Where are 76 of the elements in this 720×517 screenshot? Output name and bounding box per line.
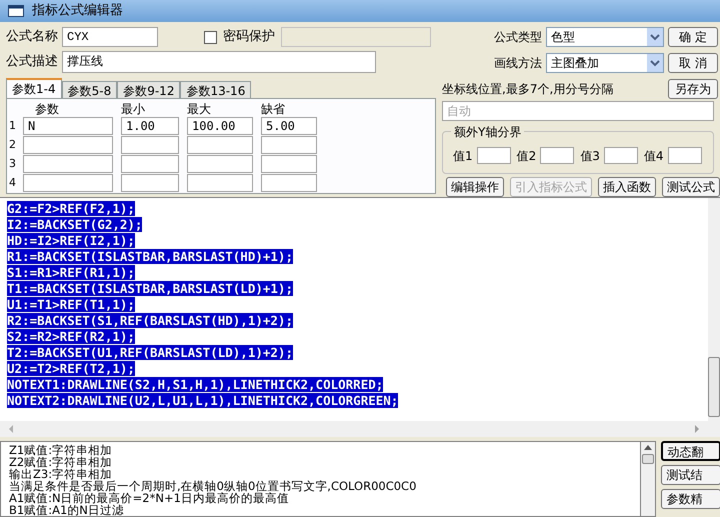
scroll-thumb[interactable] bbox=[642, 454, 654, 464]
password-field[interactable] bbox=[281, 27, 431, 47]
param-field[interactable]: 5.00 bbox=[261, 117, 317, 135]
button[interactable]: 取 消 bbox=[668, 53, 718, 73]
window-title: 指标公式编辑器 bbox=[32, 2, 123, 20]
param-field[interactable] bbox=[121, 155, 179, 173]
param-field[interactable] bbox=[261, 136, 317, 154]
value-field[interactable] bbox=[668, 147, 702, 164]
field-label: 公式描述 bbox=[6, 53, 59, 72]
row-number: 1 bbox=[9, 118, 17, 134]
column-header: 缺省 bbox=[261, 102, 286, 116]
scroll-right-icon[interactable] bbox=[694, 425, 700, 433]
column-header: 最小 bbox=[121, 102, 146, 116]
param-field[interactable] bbox=[187, 155, 253, 173]
tab[interactable]: 参数9-12 bbox=[117, 81, 180, 98]
window-icon bbox=[8, 5, 24, 17]
checkbox-label: 密码保护 bbox=[223, 28, 275, 46]
message-line: A1赋值:N日前的最高价=2*N+1日内最高价的最高值 bbox=[9, 492, 289, 504]
message-line: B1赋值:A1的N日过滤 bbox=[9, 504, 124, 516]
message-line: 输出Z3:字符串相加 bbox=[9, 468, 112, 480]
row-number: 3 bbox=[9, 156, 17, 172]
checkbox[interactable] bbox=[204, 30, 217, 44]
scroll-left-icon[interactable] bbox=[8, 425, 14, 433]
param-field[interactable] bbox=[261, 155, 317, 173]
column-header: 参数 bbox=[34, 102, 60, 116]
description-field[interactable]: 撑压线 bbox=[62, 51, 376, 73]
button[interactable]: 另存为 bbox=[668, 79, 718, 99]
message-line: Z1赋值:字符串相加 bbox=[9, 444, 114, 456]
tab[interactable]: 参数5-8 bbox=[62, 81, 118, 98]
value-field[interactable] bbox=[604, 147, 638, 164]
dropdown[interactable]: 主图叠加 bbox=[546, 53, 664, 73]
message-scrollbar[interactable] bbox=[640, 441, 656, 517]
param-field[interactable] bbox=[23, 136, 113, 154]
field-label: 值4 bbox=[644, 148, 664, 164]
param-field[interactable] bbox=[121, 136, 179, 154]
param-field[interactable] bbox=[23, 155, 113, 173]
tab[interactable]: 参数1-4 bbox=[6, 78, 62, 98]
scroll-thumb[interactable] bbox=[708, 357, 720, 417]
column-header: 最大 bbox=[187, 102, 212, 116]
vertical-scrollbar[interactable] bbox=[708, 198, 720, 437]
scroll-up-icon[interactable] bbox=[644, 445, 652, 450]
row-number: 4 bbox=[9, 174, 17, 191]
button[interactable]: 确 定 bbox=[668, 27, 718, 47]
chevron-down-icon bbox=[647, 28, 663, 46]
field-label: 值2 bbox=[516, 148, 536, 164]
param-field[interactable] bbox=[187, 136, 253, 154]
chevron-down-icon bbox=[647, 54, 663, 72]
field-label: 值3 bbox=[580, 148, 600, 164]
field-label: 坐标线位置,最多7个,用分号分隔 bbox=[442, 81, 614, 98]
param-field[interactable] bbox=[261, 174, 317, 192]
param-field[interactable]: 100.00 bbox=[187, 117, 253, 135]
tab[interactable]: 参数13-16 bbox=[180, 81, 252, 98]
button[interactable]: 参数精 bbox=[661, 489, 720, 509]
field-label: 公式名称 bbox=[6, 28, 59, 46]
value-field[interactable] bbox=[476, 147, 511, 164]
param-field[interactable]: N bbox=[23, 117, 113, 135]
button[interactable]: 插入函数 bbox=[598, 177, 656, 197]
name-field[interactable]: CYX bbox=[62, 27, 158, 47]
field-label: 画线方法 bbox=[494, 55, 542, 72]
dropdown[interactable]: 色型 bbox=[546, 27, 664, 47]
param-field[interactable] bbox=[121, 174, 179, 192]
button[interactable]: 动态翻 bbox=[661, 441, 720, 461]
group-title: 额外Y轴分界 bbox=[451, 123, 524, 141]
field-label: 公式类型 bbox=[494, 29, 542, 46]
param-field[interactable] bbox=[23, 174, 113, 192]
param-field[interactable]: 1.00 bbox=[121, 117, 179, 135]
row-number: 2 bbox=[9, 136, 17, 153]
button[interactable]: 编辑操作 bbox=[446, 177, 504, 197]
value-field[interactable] bbox=[540, 147, 574, 164]
button[interactable]: 测试结 bbox=[661, 465, 720, 485]
button[interactable]: 测试公式 bbox=[662, 177, 720, 197]
field-label: 值1 bbox=[453, 148, 473, 164]
param-field[interactable] bbox=[187, 174, 253, 192]
message-line: Z2赋值:字符串相加 bbox=[9, 456, 114, 468]
horizontal-scrollbar[interactable] bbox=[0, 421, 708, 437]
message-line: 当满足条件是否最后一个周期时,在横轴0纵轴0位置书写文字,COLOR00C0C0 bbox=[9, 480, 418, 492]
